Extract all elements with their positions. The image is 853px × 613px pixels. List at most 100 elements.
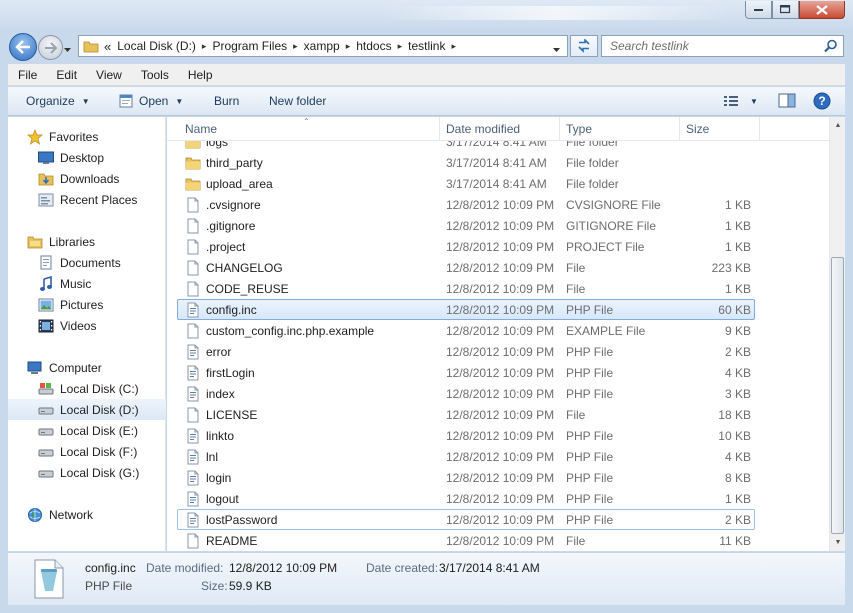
file-row[interactable]: README 12/8/2012 10:09 PM File 11 KB xyxy=(177,530,755,551)
file-row[interactable]: linkto 12/8/2012 10:09 PM PHP File 10 KB xyxy=(177,425,755,446)
file-row[interactable]: CHANGELOG 12/8/2012 10:09 PM File 223 KB xyxy=(177,257,755,278)
new-folder-button[interactable]: New folder xyxy=(269,87,326,116)
breadcrumb-separator-icon[interactable]: ▸ xyxy=(202,41,207,52)
file-row[interactable]: third_party 3/17/2014 8:41 AM File folder xyxy=(177,152,755,173)
menu-tools[interactable]: Tools xyxy=(131,68,178,82)
sidebar-item-local-disk-c[interactable]: Local Disk (C:) xyxy=(8,378,166,399)
file-size: 2 KB xyxy=(724,512,751,527)
breadcrumb-item[interactable]: Program Files xyxy=(212,39,287,53)
breadcrumb-item[interactable]: testlink xyxy=(408,39,445,53)
file-type: PHP File xyxy=(566,470,614,485)
breadcrumb-separator-icon[interactable]: ▸ xyxy=(293,41,298,52)
menu-file[interactable]: File xyxy=(8,68,46,82)
videos-icon xyxy=(38,318,54,334)
sidebar-item-videos[interactable]: Videos xyxy=(8,315,166,336)
column-type[interactable]: Type xyxy=(560,117,680,141)
menu-view[interactable]: View xyxy=(86,68,131,82)
organize-button[interactable]: Organize ▼ xyxy=(26,87,90,116)
chevron-down-icon: ▼ xyxy=(81,96,90,106)
file-size: 1 KB xyxy=(724,239,751,254)
file-icon xyxy=(185,407,201,423)
file-row[interactable]: index 12/8/2012 10:09 PM PHP File 3 KB xyxy=(177,383,755,404)
open-file-icon xyxy=(119,94,133,108)
details-view-icon xyxy=(724,96,738,106)
file-row[interactable]: .project 12/8/2012 10:09 PM PROJECT File 1 … xyxy=(177,236,755,257)
file-date-modified: 12/8/2012 10:09 PM xyxy=(446,197,555,212)
scroll-up-button[interactable]: ▲ xyxy=(830,117,846,134)
file-row[interactable]: logs 3/17/2014 8:41 AM File folder xyxy=(177,141,755,152)
address-overflow[interactable]: « xyxy=(104,39,111,54)
file-row[interactable]: .gitignore 12/8/2012 10:09 PM GITIGNORE Fi… xyxy=(177,215,755,236)
sidebar-item-music[interactable]: Music xyxy=(8,273,166,294)
sidebar-item-local-disk-g[interactable]: Local Disk (G:) xyxy=(8,462,166,483)
file-date-modified: 12/8/2012 10:09 PM xyxy=(446,344,555,359)
refresh-button[interactable] xyxy=(570,35,598,57)
sidebar-item-downloads[interactable]: Downloads xyxy=(8,168,166,189)
breadcrumb-separator-icon[interactable]: ▸ xyxy=(398,41,403,52)
menu-help[interactable]: Help xyxy=(178,68,222,82)
file-row[interactable]: LICENSE 12/8/2012 10:09 PM File 18 KB xyxy=(177,404,755,425)
sidebar-item-local-disk-e[interactable]: Local Disk (E:) xyxy=(8,420,166,441)
burn-button[interactable]: Burn xyxy=(214,87,239,116)
file-row[interactable]: error 12/8/2012 10:09 PM PHP File 2 KB xyxy=(177,341,755,362)
chevron-down-icon[interactable]: ▼ xyxy=(750,97,758,106)
address-history-dropdown[interactable] xyxy=(553,42,561,56)
sidebar-computer[interactable]: Computer xyxy=(8,357,166,378)
breadcrumb-separator-icon[interactable]: ▸ xyxy=(346,41,351,52)
search-icon[interactable] xyxy=(824,39,838,53)
details-file-type: PHP File xyxy=(85,579,133,593)
sidebar-item-desktop[interactable]: Desktop xyxy=(8,147,166,168)
sidebar-item-recent-places[interactable]: Recent Places xyxy=(8,189,166,210)
file-type: File xyxy=(566,407,586,422)
column-size[interactable]: Size xyxy=(680,117,760,141)
back-button[interactable] xyxy=(9,33,37,61)
breadcrumb-item[interactable]: xampp xyxy=(304,39,340,53)
recent-pages-dropdown[interactable] xyxy=(64,42,72,56)
forward-button[interactable] xyxy=(38,35,63,60)
close-button[interactable] xyxy=(799,1,845,19)
file-row[interactable]: custom_config.inc.php.example 12/8/2012 1… xyxy=(177,320,755,341)
file-row[interactable]: login 12/8/2012 10:09 PM PHP File 8 KB xyxy=(177,467,755,488)
file-row[interactable]: .cvsignore 12/8/2012 10:09 PM CVSIGNORE Fi… xyxy=(177,194,755,215)
sidebar-item-local-disk-d[interactable]: Local Disk (D:) xyxy=(8,399,166,420)
file-row[interactable]: logout 12/8/2012 10:09 PM PHP File 1 KB xyxy=(177,488,755,509)
file-date-modified: 12/8/2012 10:09 PM xyxy=(446,365,555,380)
file-row[interactable]: config.inc 12/8/2012 10:09 PM PHP File 60 K… xyxy=(177,299,755,320)
file-type: PHP File xyxy=(566,302,614,317)
vertical-scrollbar[interactable]: ▲ ▼ xyxy=(829,117,845,551)
maximize-button[interactable] xyxy=(772,1,799,19)
file-row[interactable]: firstLogin 12/8/2012 10:09 PM PHP File 4 KB xyxy=(177,362,755,383)
file-row[interactable]: CODE_REUSE 12/8/2012 10:09 PM File 1 KB xyxy=(177,278,755,299)
sidebar-favorites[interactable]: Favorites xyxy=(8,126,166,147)
file-row[interactable]: upload_area 3/17/2014 8:41 AM File folder xyxy=(177,173,755,194)
php-file-icon xyxy=(185,302,201,318)
address-bar[interactable]: « Local Disk (D:) ▸ Program Files ▸ xampp ▸ ht… xyxy=(78,35,568,57)
documents-icon xyxy=(38,255,54,271)
change-view-button[interactable]: ▼ xyxy=(723,87,758,116)
search-input[interactable] xyxy=(610,39,820,53)
sidebar-libraries[interactable]: Libraries xyxy=(8,231,166,252)
scroll-thumb[interactable] xyxy=(831,257,844,534)
column-date-modified[interactable]: Date modified xyxy=(440,117,560,141)
breadcrumb-separator-icon[interactable]: ▸ xyxy=(451,41,456,52)
open-button[interactable]: Open ▼ xyxy=(118,87,183,116)
file-type: GITIGNORE File xyxy=(566,218,657,233)
sidebar-item-local-disk-f[interactable]: Local Disk (F:) xyxy=(8,441,166,462)
file-row[interactable]: lostPassword 12/8/2012 10:09 PM PHP File 2 … xyxy=(177,509,755,530)
preview-pane-button[interactable] xyxy=(778,87,796,116)
sidebar-network[interactable]: Network xyxy=(8,504,166,525)
file-date-modified: 12/8/2012 10:09 PM xyxy=(446,470,555,485)
menu-edit[interactable]: Edit xyxy=(46,68,86,82)
sidebar-item-pictures[interactable]: Pictures xyxy=(8,294,166,315)
breadcrumb-item[interactable]: htdocs xyxy=(356,39,391,53)
file-date-modified: 12/8/2012 10:09 PM xyxy=(446,323,555,338)
breadcrumb-item[interactable]: Local Disk (D:) xyxy=(117,39,196,53)
minimize-button[interactable] xyxy=(745,1,772,19)
sidebar-item-documents[interactable]: Documents xyxy=(8,252,166,273)
help-button[interactable]: ? xyxy=(813,87,831,116)
php-file-large-icon xyxy=(32,559,66,599)
scroll-down-button[interactable]: ▼ xyxy=(830,534,846,551)
file-row[interactable]: lnl 12/8/2012 10:09 PM PHP File 4 KB xyxy=(177,446,755,467)
search-box[interactable] xyxy=(601,35,844,57)
refresh-icon xyxy=(578,39,590,53)
